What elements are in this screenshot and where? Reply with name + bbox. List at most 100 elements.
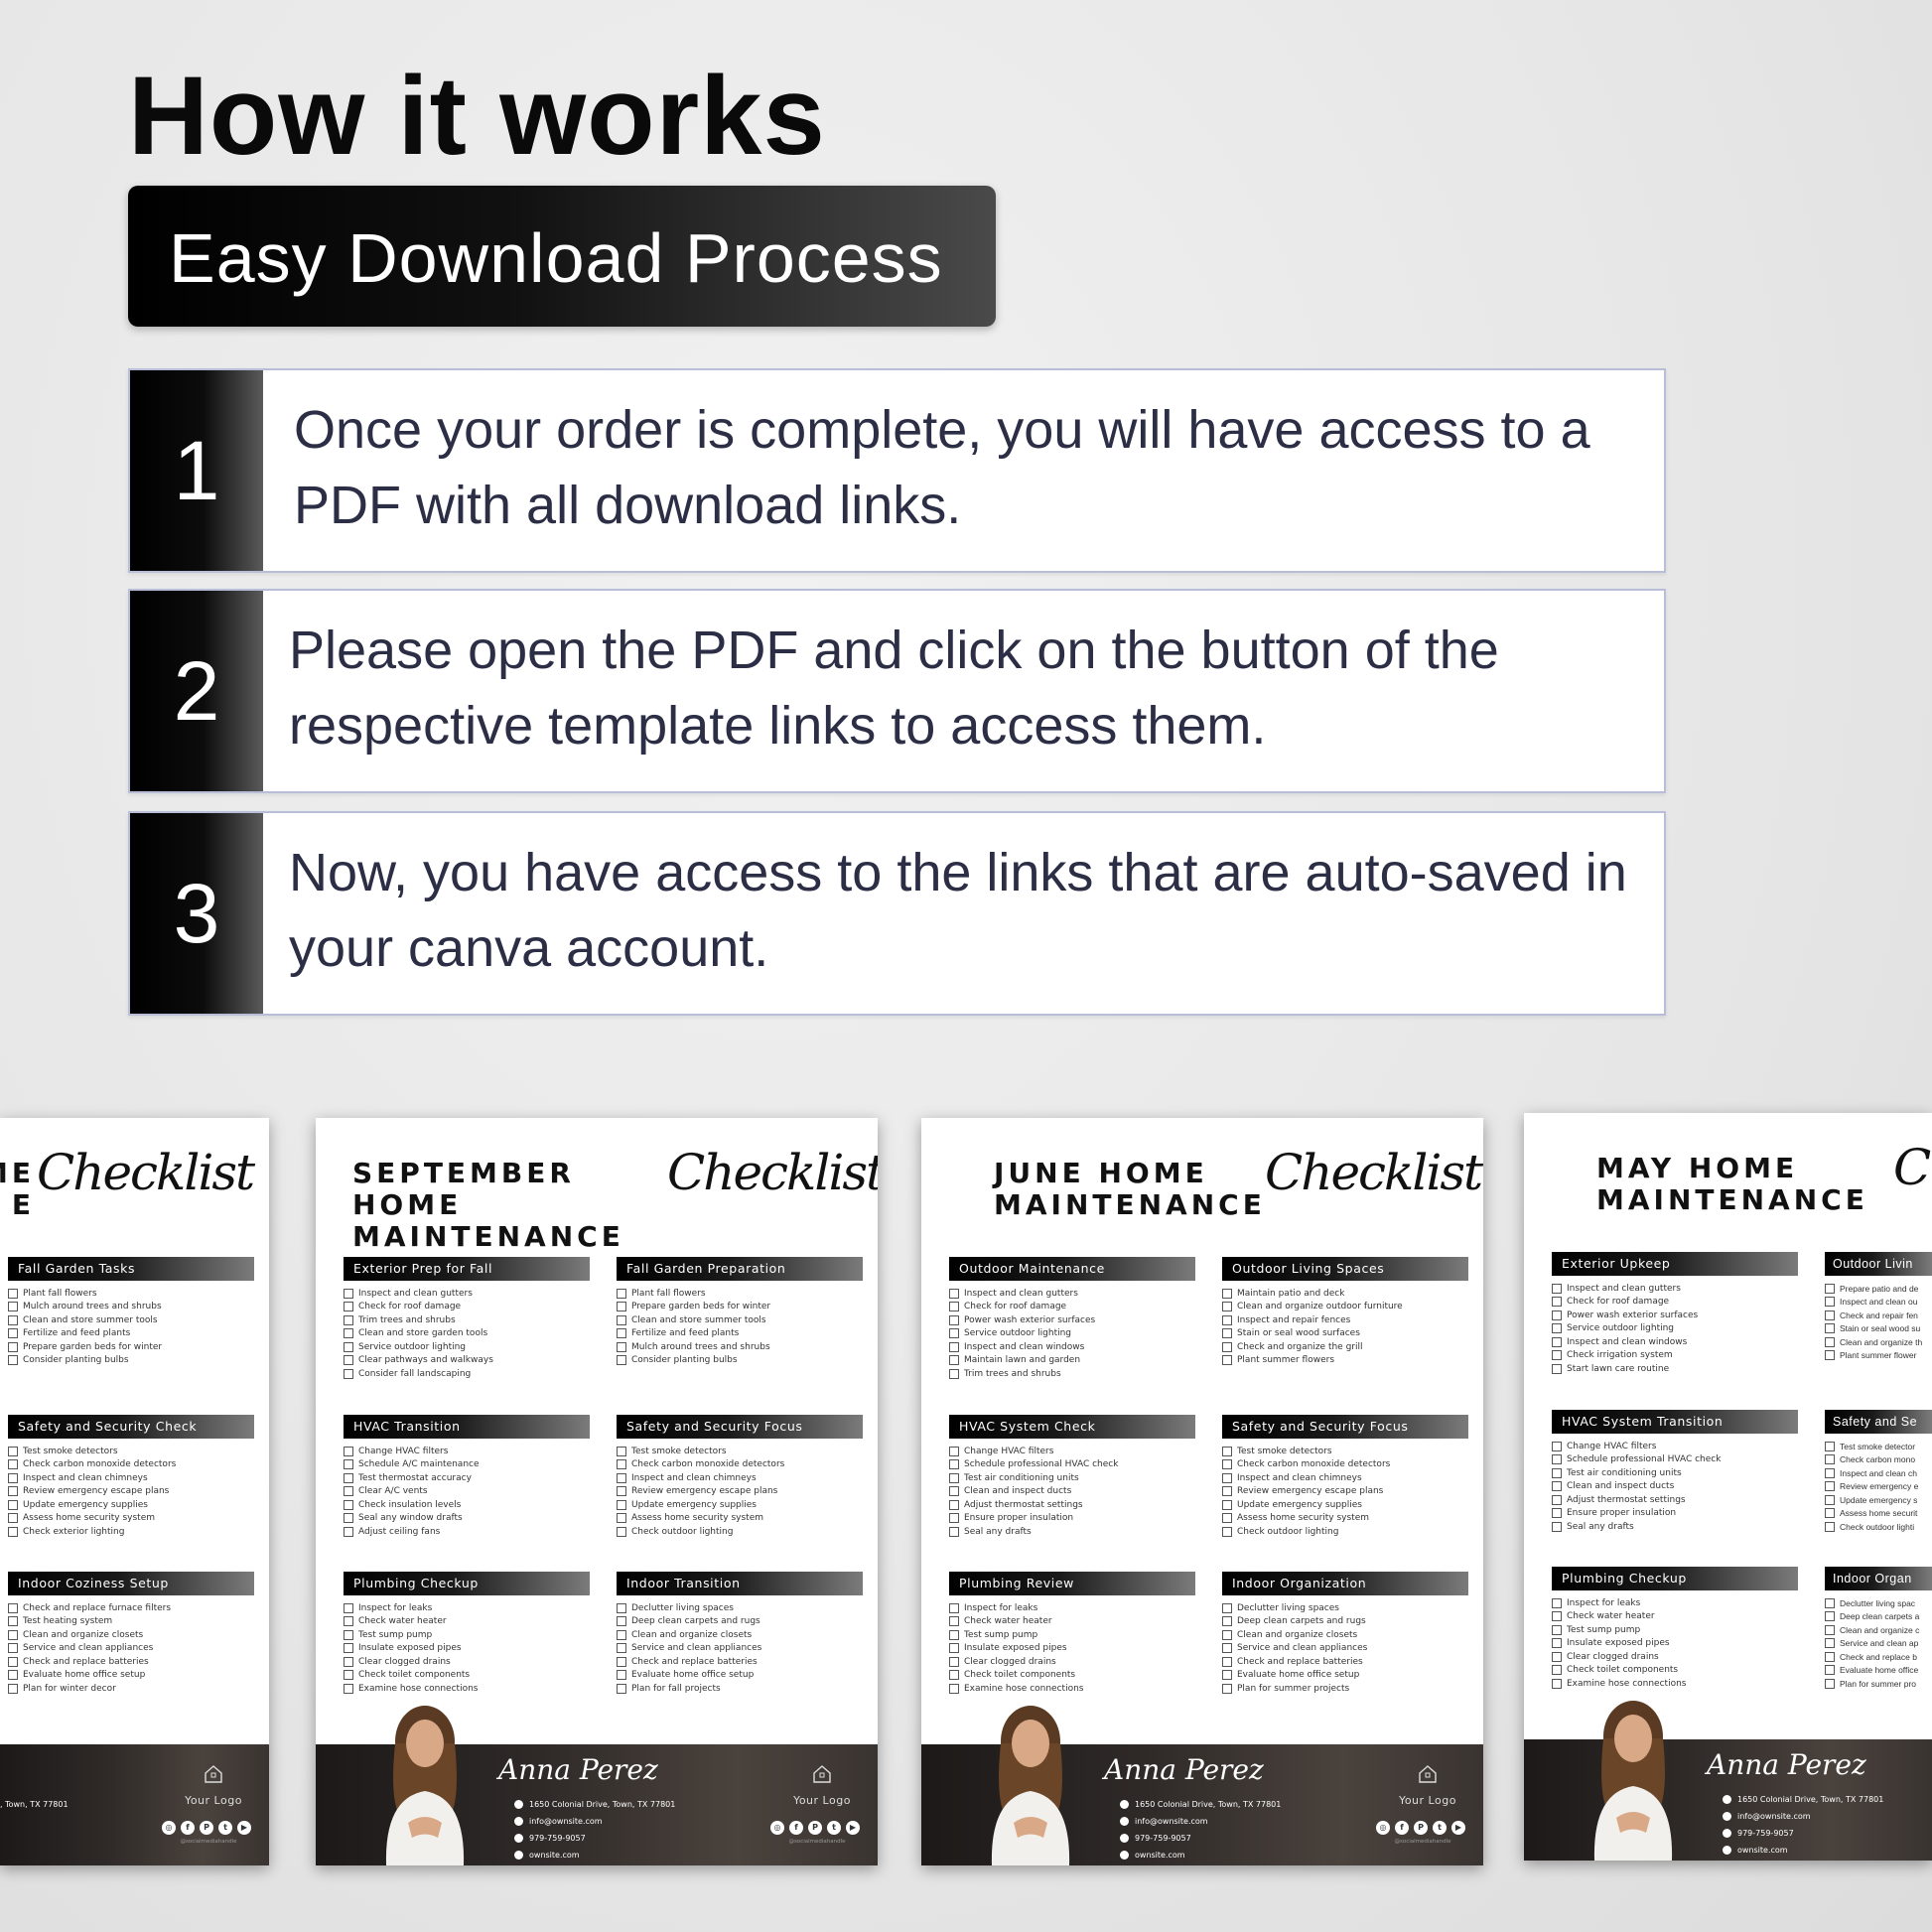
checkbox-icon	[8, 1328, 18, 1339]
item-label: Plan for winter decor	[23, 1683, 116, 1694]
item-label: Ensure proper insulation	[964, 1513, 1074, 1524]
checkbox-icon	[8, 1486, 18, 1497]
checkbox-icon	[8, 1629, 18, 1640]
twitter-icon: t	[1433, 1821, 1447, 1835]
checkbox-icon	[1222, 1499, 1232, 1510]
badge-label: Easy Download Process	[169, 219, 943, 297]
item-label: Plant summer flowers	[1237, 1355, 1335, 1366]
contact-address-text: , Town, TX 77801	[0, 1800, 69, 1809]
title-line: MAY HOME	[1596, 1152, 1799, 1184]
checklist-item: Clean and organize th	[1825, 1335, 1932, 1349]
item-label: Test thermostat accuracy	[358, 1472, 472, 1483]
item-label: Check and replace batteries	[23, 1656, 149, 1667]
item-label: Check and replace b	[1840, 1651, 1917, 1662]
checklist-item: Clean and store summer tools	[8, 1313, 254, 1327]
item-label: Assess home security system	[631, 1513, 764, 1524]
item-label: Plant fall flowers	[23, 1288, 97, 1299]
checklist-item: Test air conditioning units	[949, 1471, 1195, 1485]
item-label: Evaluate home office setup	[1237, 1670, 1360, 1681]
item-label: Clean and organize outdoor furniture	[1237, 1302, 1403, 1312]
checkbox-icon	[344, 1288, 353, 1299]
phone-icon	[514, 1834, 523, 1843]
checkbox-icon	[344, 1683, 353, 1694]
item-label: Service outdoor lighting	[358, 1341, 467, 1352]
checkbox-icon	[1825, 1508, 1835, 1519]
checklist-section: Outdoor Livin Prepare patio and de Inspect…	[1825, 1252, 1932, 1362]
checkbox-icon	[1552, 1651, 1562, 1662]
item-label: Inspect and clean gutters	[1567, 1283, 1681, 1294]
item-label: Test air conditioning units	[964, 1472, 1079, 1483]
checkbox-icon	[1552, 1467, 1562, 1478]
item-label: Assess home security system	[23, 1513, 156, 1524]
checklist-script-lettering: Checklist	[667, 1144, 878, 1201]
checklist-section: Indoor Coziness Setup Check and replace f…	[8, 1572, 254, 1696]
item-label: Clean and organize closets	[1237, 1629, 1358, 1640]
checklist-item: Adjust thermostat settings	[949, 1498, 1195, 1512]
checkbox-icon	[617, 1486, 626, 1497]
checklist-item: Examine hose connections	[1552, 1677, 1798, 1691]
checkbox-icon	[1222, 1629, 1232, 1640]
item-label: Check outdoor lighti	[1840, 1521, 1915, 1532]
signature: Anna Perez	[1104, 1753, 1264, 1786]
checkbox-icon	[8, 1499, 18, 1510]
checkbox-icon	[1222, 1446, 1232, 1456]
checkbox-icon	[617, 1328, 626, 1339]
item-label: Clean and organize c	[1840, 1624, 1920, 1635]
item-label: Test heating system	[23, 1616, 113, 1627]
checklist-section: Fall Garden Tasks Plant fall flowers Mulch…	[8, 1257, 254, 1367]
step-1: 1 Once your order is complete, you will …	[128, 368, 1666, 573]
checklist-item: Assess home securit	[1825, 1507, 1932, 1521]
item-list: Check and replace furnace filters Test he…	[8, 1601, 254, 1696]
checklist-section: HVAC Transition Change HVAC filters Schedu…	[344, 1415, 590, 1539]
checkbox-icon	[1825, 1597, 1835, 1608]
checkbox-icon	[1222, 1472, 1232, 1483]
checkbox-icon	[617, 1314, 626, 1325]
checklist-item: Consider fall landscaping	[344, 1367, 590, 1381]
item-label: Check carbon monoxide detectors	[631, 1459, 785, 1470]
checklist-item: Review emergency escape plans	[1222, 1485, 1468, 1499]
checklist-item: Deep clean carpets and rugs	[1222, 1615, 1468, 1629]
section-heading: Plumbing Checkup	[1552, 1567, 1798, 1590]
checkbox-icon	[1552, 1638, 1562, 1649]
checkbox-icon	[8, 1302, 18, 1312]
checkbox-icon	[1825, 1665, 1835, 1676]
checkbox-icon	[1552, 1494, 1562, 1505]
checklist-item: Clear clogged drains	[949, 1655, 1195, 1669]
checkbox-icon	[8, 1459, 18, 1470]
item-label: Clear A/C vents	[358, 1486, 428, 1497]
checklist-item: Service outdoor lighting	[1552, 1322, 1798, 1336]
item-label: Test sump pump	[1567, 1624, 1641, 1635]
item-label: Clear clogged drains	[1567, 1651, 1659, 1662]
item-label: Seal any window drafts	[358, 1513, 463, 1524]
item-label: Check exterior lighting	[23, 1526, 125, 1537]
checklist-item: Inspect and clean ch	[1825, 1466, 1932, 1480]
item-label: Declutter living spaces	[631, 1602, 734, 1613]
item-label: Seal any drafts	[964, 1526, 1032, 1537]
checkbox-icon	[949, 1602, 959, 1613]
checklist-item: Start lawn care routine	[1552, 1362, 1798, 1376]
contact-phone-text: 979-759-9057	[1135, 1834, 1191, 1843]
item-label: Start lawn care routine	[1567, 1363, 1670, 1374]
item-label: Evaluate home office	[1840, 1665, 1919, 1676]
checklist-section: Outdoor Living Spaces Maintain patio and …	[1222, 1257, 1468, 1367]
checkbox-icon	[1825, 1638, 1835, 1649]
checkbox-icon	[949, 1446, 959, 1456]
checkbox-icon	[8, 1314, 18, 1325]
section-heading: Exterior Prep for Fall	[344, 1257, 590, 1281]
item-label: Update emergency supplies	[23, 1499, 148, 1510]
checkbox-icon	[1825, 1297, 1835, 1308]
checklist-item: Inspect and clean gutters	[344, 1287, 590, 1301]
section-heading: Exterior Upkeep	[1552, 1252, 1798, 1276]
house-logo-icon	[174, 1763, 253, 1790]
checklist-item: Stain or seal wood su	[1825, 1322, 1932, 1336]
checkbox-icon	[8, 1355, 18, 1366]
contact-phone: 979-759-9057	[1120, 1830, 1281, 1847]
item-label: Inspect and clean gutters	[358, 1288, 473, 1299]
item-label: Stain or seal wood su	[1840, 1323, 1921, 1334]
checklist-item: Check and replace batteries	[617, 1655, 863, 1669]
checklist-item: Clear clogged drains	[344, 1655, 590, 1669]
item-list: Declutter living spaces Deep clean carpet…	[1222, 1601, 1468, 1696]
checklist-item: Test sump pump	[1552, 1623, 1798, 1637]
item-label: Review emergency escape plans	[631, 1486, 778, 1497]
section-heading: Safety and Security Check	[8, 1415, 254, 1439]
